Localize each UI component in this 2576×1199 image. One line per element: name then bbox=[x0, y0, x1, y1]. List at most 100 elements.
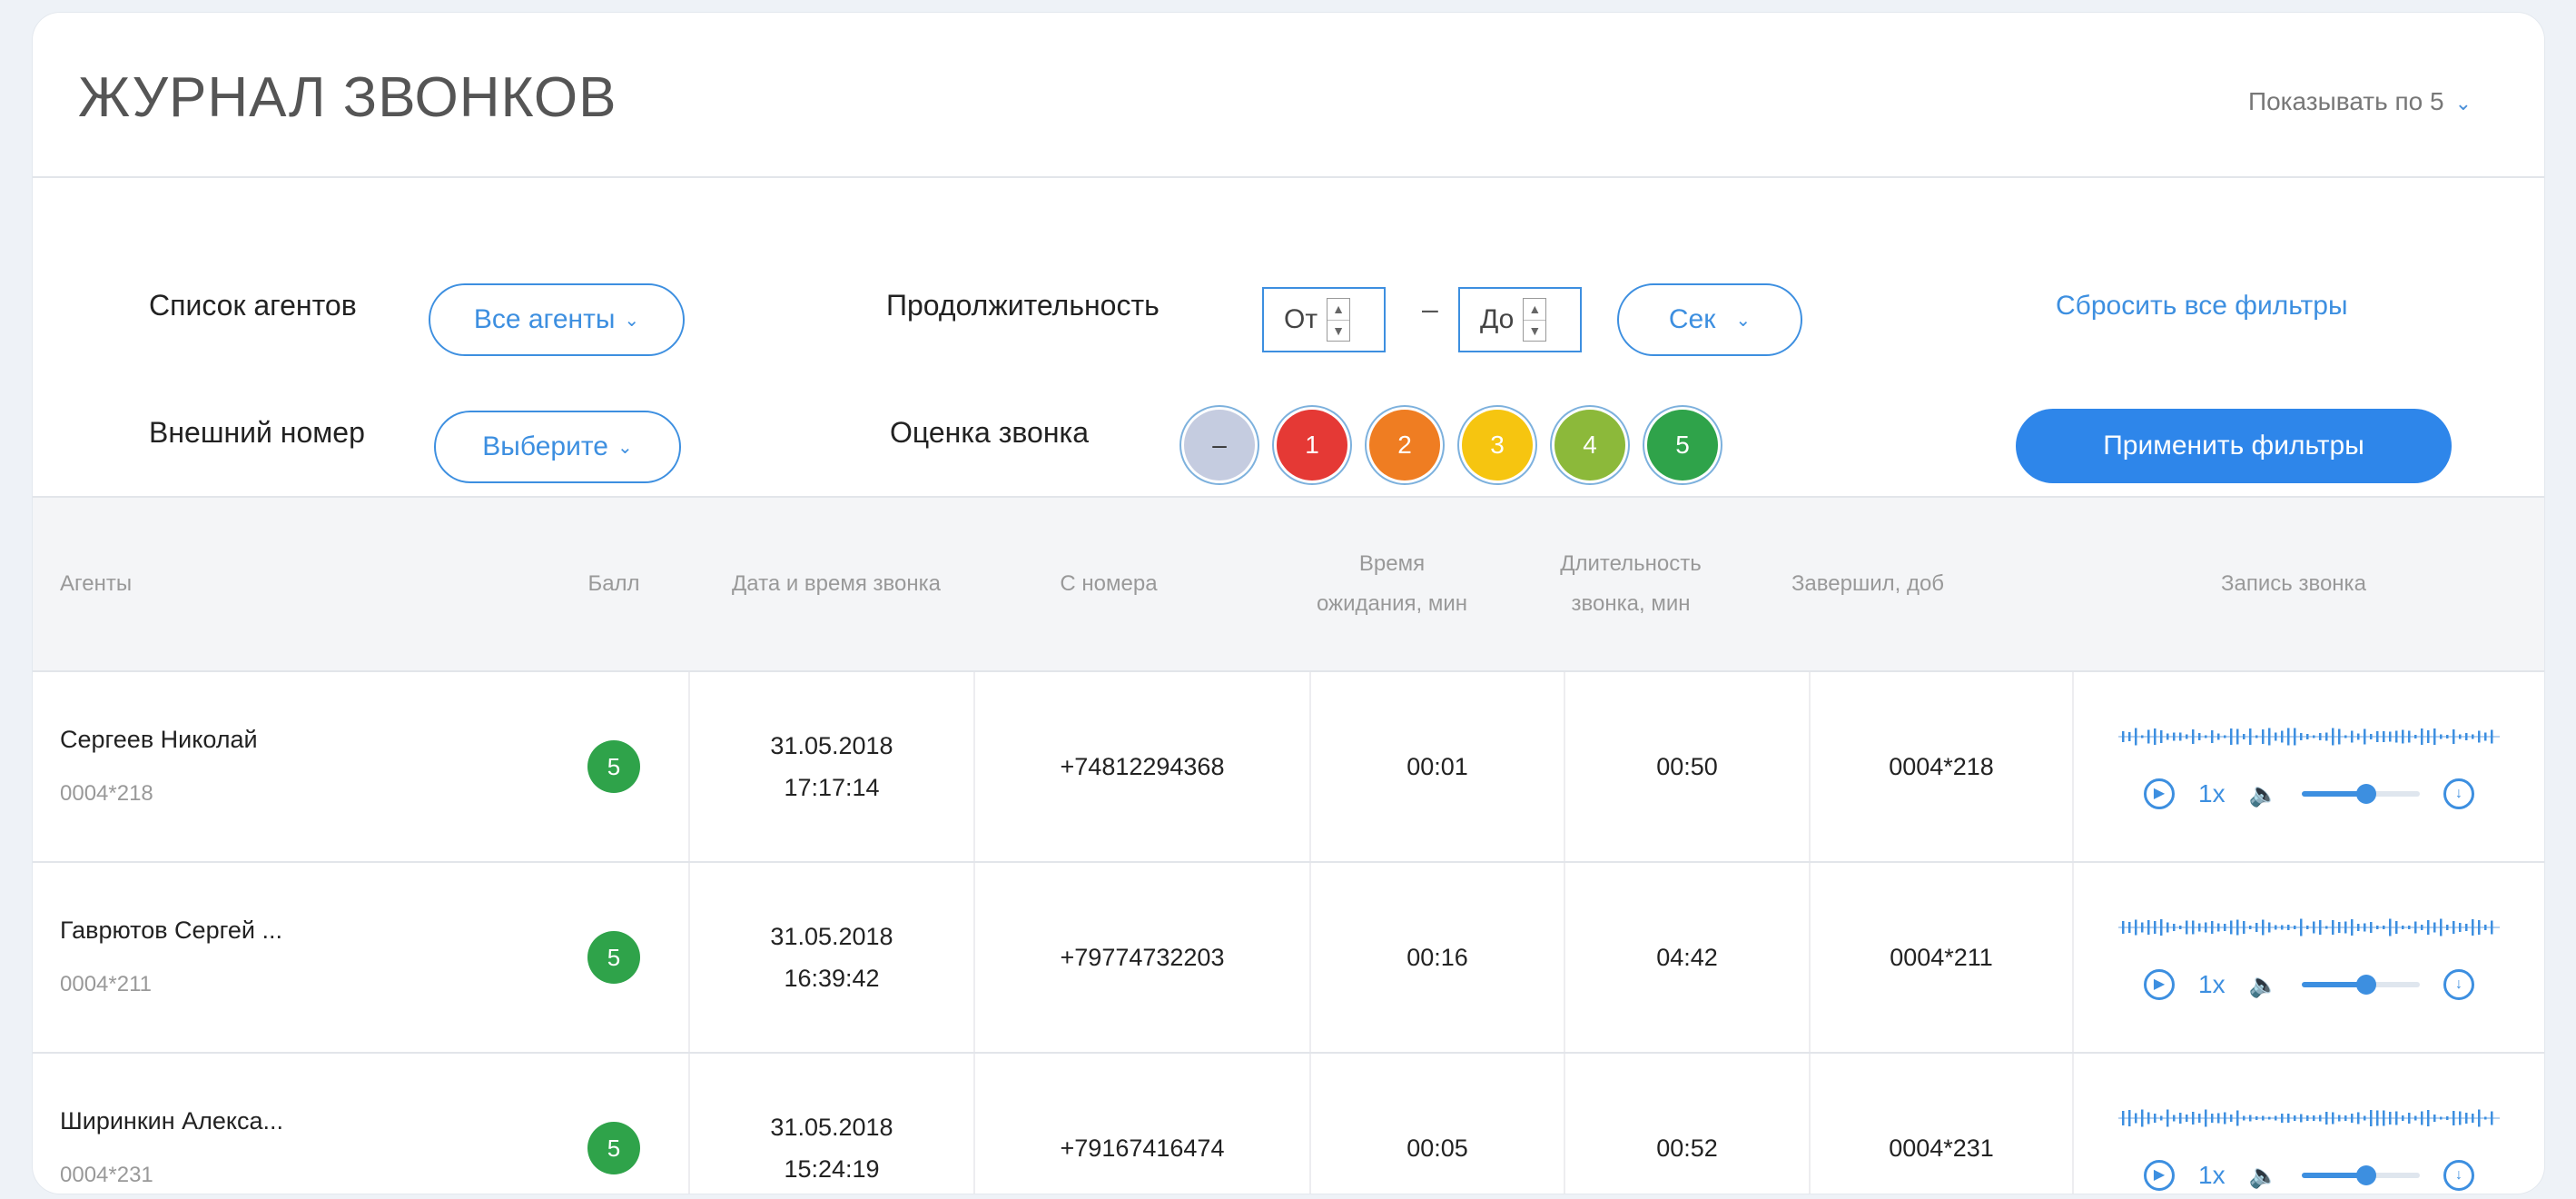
column-header: Дата и время звонка bbox=[732, 571, 941, 596]
volume-icon[interactable]: 🔈 bbox=[2249, 964, 2278, 1006]
rating-5-button[interactable]: 5 bbox=[1647, 410, 1718, 481]
download-icon[interactable]: ↓ bbox=[2443, 969, 2474, 1000]
volume-icon[interactable]: 🔈 bbox=[2249, 1154, 2278, 1194]
call-recording-player: ▶ 1x 🔈 ↓ bbox=[2074, 1054, 2544, 1194]
duration-label: Продолжительность bbox=[886, 289, 1160, 322]
duration-cell: 04:42 bbox=[1565, 863, 1811, 1052]
chevron-down-icon: ⌄ bbox=[624, 310, 640, 331]
ended-by-cell: 0004*218 bbox=[1811, 672, 2074, 861]
agent-extension: 0004*231 bbox=[60, 1163, 153, 1187]
apply-filters-button[interactable]: Применить фильтры bbox=[2016, 409, 2452, 483]
column-header: Балл bbox=[587, 571, 640, 596]
agents-select[interactable]: Все агенты ⌄ bbox=[429, 283, 685, 356]
score-badge: 5 bbox=[587, 931, 640, 984]
per-page-label: Показывать по 5 bbox=[2247, 87, 2444, 115]
call-time: 16:39:42 bbox=[784, 965, 880, 992]
call-time: 17:17:14 bbox=[784, 774, 880, 801]
column-header: Агенты bbox=[60, 571, 133, 596]
rating-4-button[interactable]: 4 bbox=[1554, 410, 1625, 481]
duration-unit-select[interactable]: Сек ⌄ bbox=[1617, 283, 1802, 356]
rating-1-button[interactable]: 1 bbox=[1277, 410, 1347, 481]
chevron-down-icon: ⌄ bbox=[2454, 92, 2472, 114]
column-header: Время ожидания, мин bbox=[1316, 551, 1468, 616]
duration-to-input[interactable]: До ▲ ▼ bbox=[1458, 287, 1582, 352]
ended-by-cell: 0004*231 bbox=[1811, 1054, 2074, 1194]
waveform[interactable] bbox=[2118, 909, 2500, 946]
agent-extension: 0004*211 bbox=[60, 972, 152, 996]
from-number-cell: +79167416474 bbox=[975, 1054, 1311, 1194]
volume-slider[interactable] bbox=[2301, 1165, 2420, 1185]
playback-speed[interactable]: 1x bbox=[2198, 1154, 2226, 1194]
call-date: 31.05.2018 bbox=[770, 732, 893, 759]
play-icon[interactable]: ▶ bbox=[2144, 778, 2176, 809]
agent-name: Сергеев Николай bbox=[60, 726, 258, 753]
score-badge: 5 bbox=[587, 740, 640, 793]
play-icon[interactable]: ▶ bbox=[2144, 1160, 2176, 1191]
ended-by-cell: 0004*211 bbox=[1811, 863, 2074, 1052]
score-badge: 5 bbox=[587, 1122, 640, 1174]
agent-name: Гаврютов Сергей ... bbox=[60, 917, 282, 944]
external-number-value: Выберите bbox=[482, 431, 608, 461]
rating-label: Оценка звонка bbox=[890, 416, 1089, 449]
spinner-arrows-icon[interactable]: ▲ ▼ bbox=[1327, 298, 1351, 342]
call-date: 31.05.2018 bbox=[770, 923, 893, 950]
column-header: Длительность звонка, мин bbox=[1560, 551, 1702, 616]
table-row: Сергеев Николай 0004*218 5 31.05.2018 17:… bbox=[33, 672, 2544, 863]
waveform[interactable] bbox=[2118, 718, 2500, 755]
duration-from-input[interactable]: От ▲ ▼ bbox=[1262, 287, 1386, 352]
play-icon[interactable]: ▶ bbox=[2144, 969, 2176, 1000]
agent-extension: 0004*218 bbox=[60, 781, 153, 806]
volume-icon[interactable]: 🔈 bbox=[2249, 773, 2278, 815]
duration-cell: 00:50 bbox=[1565, 672, 1811, 861]
per-page-select[interactable]: Показывать по 5 ⌄ bbox=[2248, 87, 2472, 116]
download-icon[interactable]: ↓ bbox=[2443, 778, 2474, 809]
duration-cell: 00:52 bbox=[1565, 1054, 1811, 1194]
chevron-down-icon: ⌄ bbox=[1735, 310, 1752, 331]
table-row: Гаврютов Сергей ... 0004*211 5 31.05.201… bbox=[33, 863, 2544, 1054]
rating-none-button[interactable]: – bbox=[1184, 410, 1255, 481]
call-recording-player: ▶ 1x 🔈 ↓ bbox=[2074, 863, 2544, 1052]
datetime-cell: 31.05.2018 15:24:19 bbox=[688, 1054, 975, 1194]
rating-2-button[interactable]: 2 bbox=[1369, 410, 1440, 481]
wait-time-cell: 00:01 bbox=[1311, 672, 1565, 861]
duration-from-placeholder: От bbox=[1284, 304, 1318, 334]
call-log-card: ЖУРНАЛ ЗВОНКОВ Показывать по 5 ⌄ Список а… bbox=[33, 13, 2544, 1194]
page-title: ЖУРНАЛ ЗВОНКОВ bbox=[78, 66, 617, 129]
agents-select-value: Все агенты bbox=[473, 304, 616, 334]
datetime-cell: 31.05.2018 17:17:14 bbox=[688, 672, 975, 861]
column-header: С номера bbox=[1060, 571, 1158, 596]
table-body: Сергеев Николай 0004*218 5 31.05.2018 17:… bbox=[33, 672, 2544, 1194]
datetime-cell: 31.05.2018 16:39:42 bbox=[688, 863, 975, 1052]
filters-panel: Список агентов Все агенты ⌄ Внешний номер… bbox=[33, 178, 2544, 498]
wait-time-cell: 00:05 bbox=[1311, 1054, 1565, 1194]
agent-cell: Сергеев Николай 0004*218 bbox=[33, 672, 505, 861]
agent-cell: Ширинкин Алекса... 0004*231 bbox=[33, 1054, 505, 1194]
call-date: 31.05.2018 bbox=[770, 1114, 893, 1141]
playback-speed[interactable]: 1x bbox=[2198, 964, 2226, 1006]
agent-cell: Гаврютов Сергей ... 0004*211 bbox=[33, 863, 505, 1052]
playback-speed[interactable]: 1x bbox=[2198, 773, 2226, 815]
agent-name: Ширинкин Алекса... bbox=[60, 1107, 284, 1135]
column-header: Запись звонка bbox=[2221, 571, 2366, 596]
chevron-down-icon: ⌄ bbox=[617, 437, 633, 458]
download-icon[interactable]: ↓ bbox=[2443, 1160, 2474, 1191]
external-number-label: Внешний номер bbox=[149, 416, 365, 449]
table-header: Агенты Балл Дата и время звонка С номера… bbox=[33, 498, 2544, 672]
duration-to-placeholder: До bbox=[1480, 304, 1515, 334]
range-dash: – bbox=[1422, 292, 1438, 325]
waveform[interactable] bbox=[2118, 1100, 2500, 1136]
agents-filter-label: Список агентов bbox=[149, 289, 357, 322]
duration-unit-value: Сек bbox=[1668, 304, 1716, 334]
table-row: Ширинкин Алекса... 0004*231 5 31.05.2018… bbox=[33, 1054, 2544, 1194]
volume-slider[interactable] bbox=[2301, 784, 2420, 804]
spinner-arrows-icon[interactable]: ▲ ▼ bbox=[1523, 298, 1547, 342]
rating-3-button[interactable]: 3 bbox=[1462, 410, 1533, 481]
reset-filters-link[interactable]: Сбросить все фильтры bbox=[2056, 291, 2348, 322]
from-number-cell: +74812294368 bbox=[975, 672, 1311, 861]
external-number-select[interactable]: Выберите ⌄ bbox=[434, 411, 681, 483]
column-header: Завершил, доб bbox=[1791, 571, 1945, 596]
volume-slider[interactable] bbox=[2301, 975, 2420, 995]
from-number-cell: +79774732203 bbox=[975, 863, 1311, 1052]
call-recording-player: ▶ 1x 🔈 ↓ bbox=[2074, 672, 2544, 861]
header: ЖУРНАЛ ЗВОНКОВ Показывать по 5 ⌄ bbox=[33, 13, 2544, 178]
